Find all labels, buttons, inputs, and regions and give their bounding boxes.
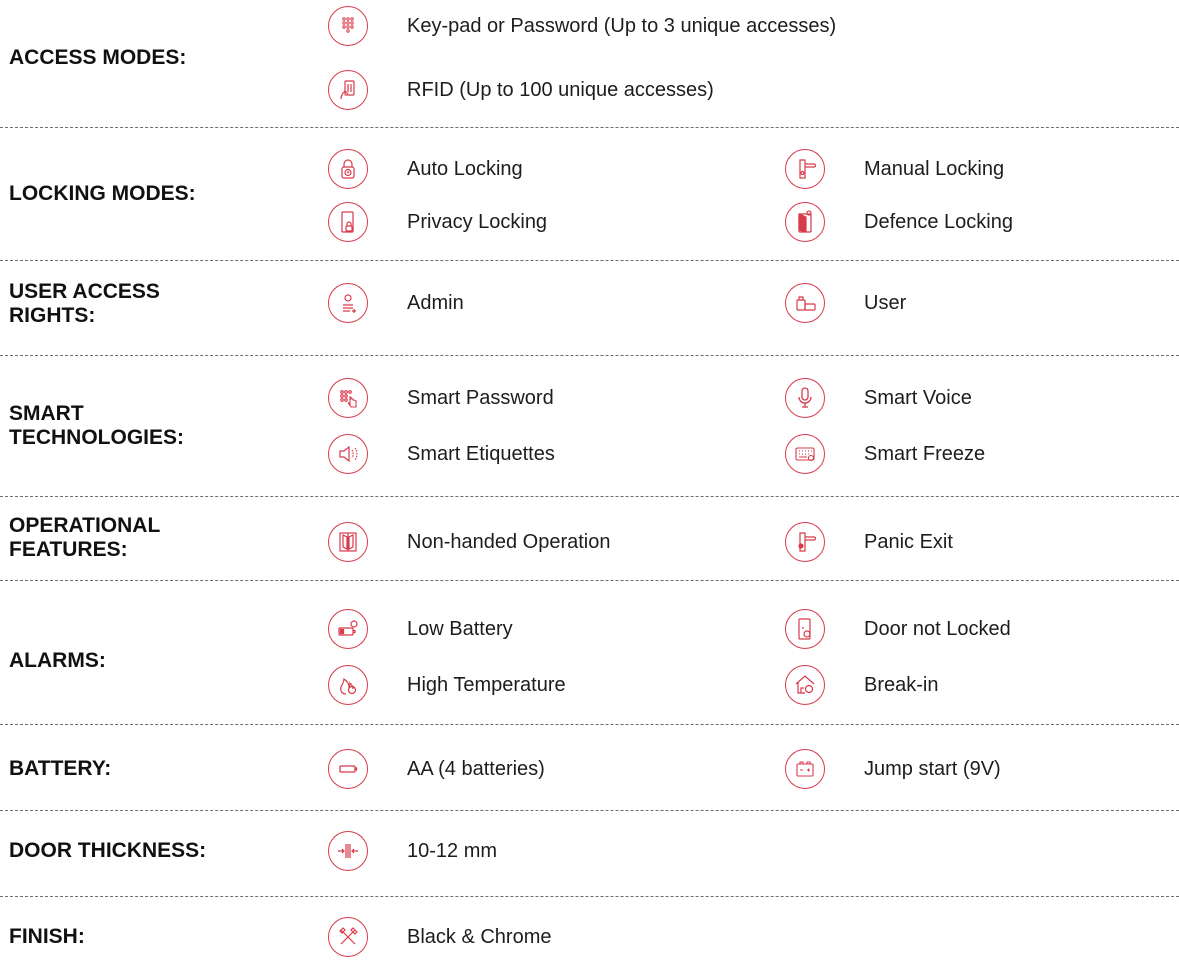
section-title-alarms: ALARMS:	[9, 649, 106, 672]
low-battery-alarm-icon	[328, 609, 368, 649]
section-title-access-modes: ACCESS MODES:	[9, 46, 187, 69]
door-handle-icon	[785, 149, 825, 189]
house-alarm-icon	[785, 665, 825, 705]
spec-item-label: Privacy Locking	[407, 210, 548, 233]
spec-item-label: Low Battery	[407, 617, 513, 640]
spec-item-label: High Temperature	[407, 673, 566, 696]
fire-alarm-icon	[328, 665, 368, 705]
spec-item-label: Key-pad or Password (Up to 3 unique acce…	[407, 14, 837, 37]
spec-item: Defence Locking	[785, 200, 1013, 244]
admin-icon	[328, 283, 368, 323]
section-title-operational-features: OPERATIONAL FEATURES:	[9, 514, 161, 561]
section-divider	[0, 260, 1179, 261]
speaker-icon	[328, 434, 368, 474]
spec-item: Privacy Locking	[328, 200, 547, 244]
spec-item: Auto Locking	[328, 147, 523, 191]
spec-item: Low Battery	[328, 607, 513, 651]
spec-item: Smart Voice	[785, 376, 972, 420]
car-battery-icon	[785, 749, 825, 789]
section-divider	[0, 810, 1179, 811]
section-divider	[0, 127, 1179, 128]
spec-item-label: Smart Voice	[864, 386, 972, 409]
rfid-card-icon	[328, 70, 368, 110]
section-divider	[0, 724, 1179, 725]
spec-item: Smart Freeze	[785, 432, 985, 476]
spec-item-label: Non-handed Operation	[407, 530, 611, 553]
tools-icon	[328, 917, 368, 957]
spec-item: Smart Password	[328, 376, 554, 420]
spec-item-label: Smart Freeze	[864, 442, 986, 465]
spec-item-label: Door not Locked	[864, 617, 1011, 640]
spec-item-label: User	[864, 291, 907, 314]
keypad-icon	[328, 6, 368, 46]
spec-item: Key-pad or Password (Up to 3 unique acce…	[328, 4, 836, 48]
spec-item: Smart Etiquettes	[328, 432, 555, 476]
section-title-battery: BATTERY:	[9, 757, 112, 780]
panic-handle-icon	[785, 522, 825, 562]
spec-item: Panic Exit	[785, 520, 953, 564]
spec-item-label: Jump start (9V)	[864, 757, 1001, 780]
spec-item-label: RFID (Up to 100 unique accesses)	[407, 78, 714, 101]
spec-item-label: Break-in	[864, 673, 939, 696]
auto-lock-icon	[328, 149, 368, 189]
spec-item-label: Defence Locking	[864, 210, 1013, 233]
section-title-door-thickness: DOOR THICKNESS:	[9, 839, 207, 862]
spec-item-label: Smart Password	[407, 386, 554, 409]
section-divider	[0, 496, 1179, 497]
spec-item-label: Panic Exit	[864, 530, 953, 553]
double-door-icon	[328, 522, 368, 562]
spec-item-label: Smart Etiquettes	[407, 442, 555, 465]
microphone-icon	[785, 378, 825, 418]
spec-item: Jump start (9V)	[785, 747, 1001, 791]
spec-item-label: Admin	[407, 291, 464, 314]
spec-item: Non-handed Operation	[328, 520, 610, 564]
section-title-locking-modes: LOCKING MODES:	[9, 182, 196, 205]
spec-item-label: AA (4 batteries)	[407, 757, 545, 780]
privacy-lock-icon	[328, 202, 368, 242]
spec-item-label: 10-12 mm	[407, 839, 498, 862]
spec-item: Black & Chrome	[328, 915, 552, 959]
user-key-icon	[785, 283, 825, 323]
spec-item: RFID (Up to 100 unique accesses)	[328, 68, 714, 112]
section-divider	[0, 580, 1179, 581]
spec-item: AA (4 batteries)	[328, 747, 545, 791]
thickness-icon	[328, 831, 368, 871]
keyboard-freeze-icon	[785, 434, 825, 474]
spec-item: User	[785, 281, 906, 325]
section-title-smart-technologies: SMART TECHNOLOGIES:	[9, 402, 185, 449]
spec-sheet: ACCESS MODES: Key-pad or Password (Up to…	[0, 0, 1179, 960]
section-divider	[0, 896, 1179, 897]
spec-item: Break-in	[785, 663, 938, 707]
section-title-finish: FINISH:	[9, 925, 85, 948]
section-divider	[0, 355, 1179, 356]
spec-item-label: Auto Locking	[407, 157, 523, 180]
spec-item: Manual Locking	[785, 147, 1004, 191]
battery-icon	[328, 749, 368, 789]
spec-item: High Temperature	[328, 663, 566, 707]
spec-item-label: Manual Locking	[864, 157, 1005, 180]
spec-item: 10-12 mm	[328, 829, 497, 873]
spec-item: Door not Locked	[785, 607, 1011, 651]
door-alarm-icon	[785, 609, 825, 649]
spec-item: Admin	[328, 281, 464, 325]
defence-lock-icon	[785, 202, 825, 242]
section-title-user-access-rights: USER ACCESS RIGHTS:	[9, 280, 160, 327]
spec-item-label: Black & Chrome	[407, 925, 552, 948]
smart-password-icon	[328, 378, 368, 418]
